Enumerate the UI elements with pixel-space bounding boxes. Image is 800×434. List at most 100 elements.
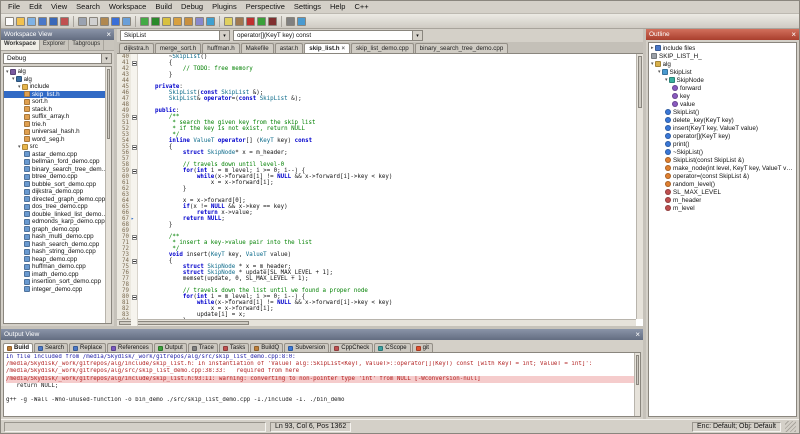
close-workspace-icon[interactable]: × bbox=[106, 30, 111, 39]
output-tab-buildq[interactable]: BuildQ bbox=[250, 343, 284, 352]
scrollbar-thumb[interactable] bbox=[107, 69, 110, 139]
expander-icon[interactable]: ▾ bbox=[18, 84, 21, 90]
output-tab-search[interactable]: Search bbox=[34, 343, 69, 352]
paste-icon[interactable] bbox=[100, 16, 109, 26]
outline-item[interactable]: ▸ include files bbox=[649, 44, 796, 52]
menu-item-settings[interactable]: Settings bbox=[290, 2, 325, 12]
workspace-tab-tabgroups[interactable]: Tabgroups bbox=[69, 40, 105, 50]
menu-item-build[interactable]: Build bbox=[151, 2, 176, 12]
outline-item[interactable]: m_header bbox=[649, 196, 796, 204]
tree-item[interactable]: bellman_ford_demo.cpp bbox=[4, 158, 111, 166]
tree-item[interactable]: skip_list.h bbox=[4, 90, 111, 98]
find-icon[interactable] bbox=[162, 16, 171, 26]
outline-item[interactable]: operator=(const SkipList &) bbox=[649, 172, 796, 180]
tree-item[interactable]: integer_demo.cpp bbox=[4, 286, 111, 294]
run-icon[interactable] bbox=[257, 16, 266, 26]
reload-file-icon[interactable] bbox=[27, 16, 36, 26]
function-select[interactable]: operator[](KeyT key) const ▾ bbox=[233, 30, 423, 41]
undo-icon[interactable] bbox=[111, 16, 120, 26]
save-all-icon[interactable] bbox=[49, 16, 58, 26]
expander-icon[interactable]: ▾ bbox=[665, 77, 668, 83]
navigate-forward-icon[interactable] bbox=[151, 16, 160, 26]
redo-icon[interactable] bbox=[122, 16, 131, 26]
environment-icon[interactable] bbox=[286, 16, 295, 26]
highlight-word-icon[interactable] bbox=[224, 16, 233, 26]
editor-tab-huffman-h[interactable]: huffman.h bbox=[202, 43, 240, 53]
tree-item[interactable]: astar_demo.cpp bbox=[4, 151, 111, 159]
expander-icon[interactable]: ▸ bbox=[651, 45, 654, 51]
output-tab-cppcheck[interactable]: CppCheck bbox=[330, 343, 374, 352]
output-tab-cscope[interactable]: CScope bbox=[374, 343, 411, 352]
tree-item[interactable]: dos_tree_demo.cpp bbox=[4, 203, 111, 211]
build-log-line[interactable]: /media/Skydisk/_work/gitrepos/alg/includ… bbox=[6, 375, 638, 383]
tree-item[interactable]: ▾ include bbox=[4, 83, 111, 91]
tree-item[interactable]: bubble_sort_demo.cpp bbox=[4, 181, 111, 189]
scrollbar-thumb[interactable] bbox=[638, 56, 642, 108]
tree-item[interactable]: huffman_demo.cpp bbox=[4, 263, 111, 271]
cut-icon[interactable] bbox=[78, 16, 87, 26]
debug-icon[interactable] bbox=[268, 16, 277, 26]
outline-item[interactable]: SKIP_LIST_H_ bbox=[649, 52, 796, 60]
tree-item[interactable]: hash_multi_demo.cpp bbox=[4, 233, 111, 241]
build-log-line[interactable]: In file included from /media/Skydisk/_wo… bbox=[6, 354, 638, 361]
outline-item[interactable]: m_level bbox=[649, 204, 796, 212]
menu-item-file[interactable]: File bbox=[4, 2, 24, 12]
close-file-icon[interactable] bbox=[60, 16, 69, 26]
expander-icon[interactable]: ▾ bbox=[6, 69, 9, 75]
tree-item[interactable]: stack.h bbox=[4, 106, 111, 114]
editor-tab-merge-sort-h[interactable]: merge_sort.h bbox=[154, 43, 202, 53]
replace-icon[interactable] bbox=[173, 16, 182, 26]
menu-item-debug[interactable]: Debug bbox=[177, 2, 207, 12]
menu-item-help[interactable]: Help bbox=[326, 2, 349, 12]
menu-item-perspective[interactable]: Perspective bbox=[242, 2, 289, 12]
outline-item[interactable]: operator[](KeyT key) bbox=[649, 132, 796, 140]
tree-item[interactable]: imath_demo.cpp bbox=[4, 271, 111, 279]
output-tab-references[interactable]: References bbox=[107, 343, 153, 352]
output-scrollbar[interactable] bbox=[634, 353, 640, 416]
build-log-line[interactable]: /media/Skydisk/_work/gitrepos/alg/src/sk… bbox=[6, 368, 638, 375]
stop-build-icon[interactable] bbox=[246, 16, 255, 26]
expander-icon[interactable]: ▾ bbox=[12, 76, 15, 82]
outline-item[interactable]: forward bbox=[649, 84, 796, 92]
open-file-icon[interactable] bbox=[16, 16, 25, 26]
outline-item[interactable]: delete_key(KeyT key) bbox=[649, 116, 796, 124]
output-tab-tasks[interactable]: Tasks bbox=[218, 343, 250, 352]
tree-item[interactable]: edmonds_karp_demo.cpp bbox=[4, 218, 111, 226]
outline-item[interactable]: SL_MAX_LEVEL bbox=[649, 188, 796, 196]
tree-item[interactable]: dijkstra_demo.cpp bbox=[4, 188, 111, 196]
outline-item[interactable]: insert(KeyT key, ValueT value) bbox=[649, 124, 796, 132]
editor-tab-makefile[interactable]: Makefile bbox=[240, 43, 274, 53]
tree-item[interactable]: binary_search_tree_demo.cpp bbox=[4, 166, 111, 174]
build-log-line[interactable]: g++ -g -Wall -Wno-unused-function -o bin… bbox=[6, 397, 638, 404]
menu-item-view[interactable]: View bbox=[47, 2, 71, 12]
outline-item[interactable]: ▾ SkipList bbox=[649, 68, 796, 76]
tree-item[interactable]: universal_hash.h bbox=[4, 128, 111, 136]
resize-grip[interactable] bbox=[785, 421, 796, 432]
outline-item[interactable]: make_node(int level, KeyT key, ValueT va… bbox=[649, 164, 796, 172]
output-tab-output[interactable]: Output bbox=[153, 343, 187, 352]
tree-item[interactable]: btree_demo.cpp bbox=[4, 173, 111, 181]
tree-item[interactable]: directed_graph_demo.cpp bbox=[4, 196, 111, 204]
editor-tab-skip-list-h[interactable]: skip_list.h × bbox=[304, 43, 351, 53]
output-tab-trace[interactable]: Trace bbox=[187, 343, 218, 352]
goto-definition-icon[interactable] bbox=[195, 16, 204, 26]
build-icon[interactable] bbox=[235, 16, 244, 26]
output-tab-replace[interactable]: Replace bbox=[69, 343, 107, 352]
editor-tab-binary-search-tree-demo-cpp[interactable]: binary_search_tree_demo.cpp bbox=[414, 43, 509, 53]
help-icon[interactable] bbox=[297, 16, 306, 26]
build-log-line[interactable]: return NULL; bbox=[6, 383, 638, 390]
editor-tab-skip-list-demo-cpp[interactable]: skip_list_demo.cpp bbox=[351, 43, 414, 53]
menu-item-search[interactable]: Search bbox=[72, 2, 104, 12]
expander-icon[interactable]: ▾ bbox=[651, 61, 654, 67]
outline-item[interactable]: ▾ alg bbox=[649, 60, 796, 68]
copy-icon[interactable] bbox=[89, 16, 98, 26]
tree-item[interactable]: suffix_array.h bbox=[4, 113, 111, 121]
save-file-icon[interactable] bbox=[38, 16, 47, 26]
outline-item[interactable]: SkipList(const SkipList &) bbox=[649, 156, 796, 164]
close-outline-icon[interactable]: × bbox=[791, 30, 796, 39]
tree-item[interactable]: ▾ alg bbox=[4, 68, 111, 76]
code-editor[interactable]: 40 ~SkipList() 41 {42 // TODO: free memor… bbox=[117, 54, 643, 326]
outline-item[interactable]: key bbox=[649, 92, 796, 100]
build-log-line[interactable] bbox=[6, 390, 638, 397]
close-tab-icon[interactable]: × bbox=[342, 46, 346, 52]
